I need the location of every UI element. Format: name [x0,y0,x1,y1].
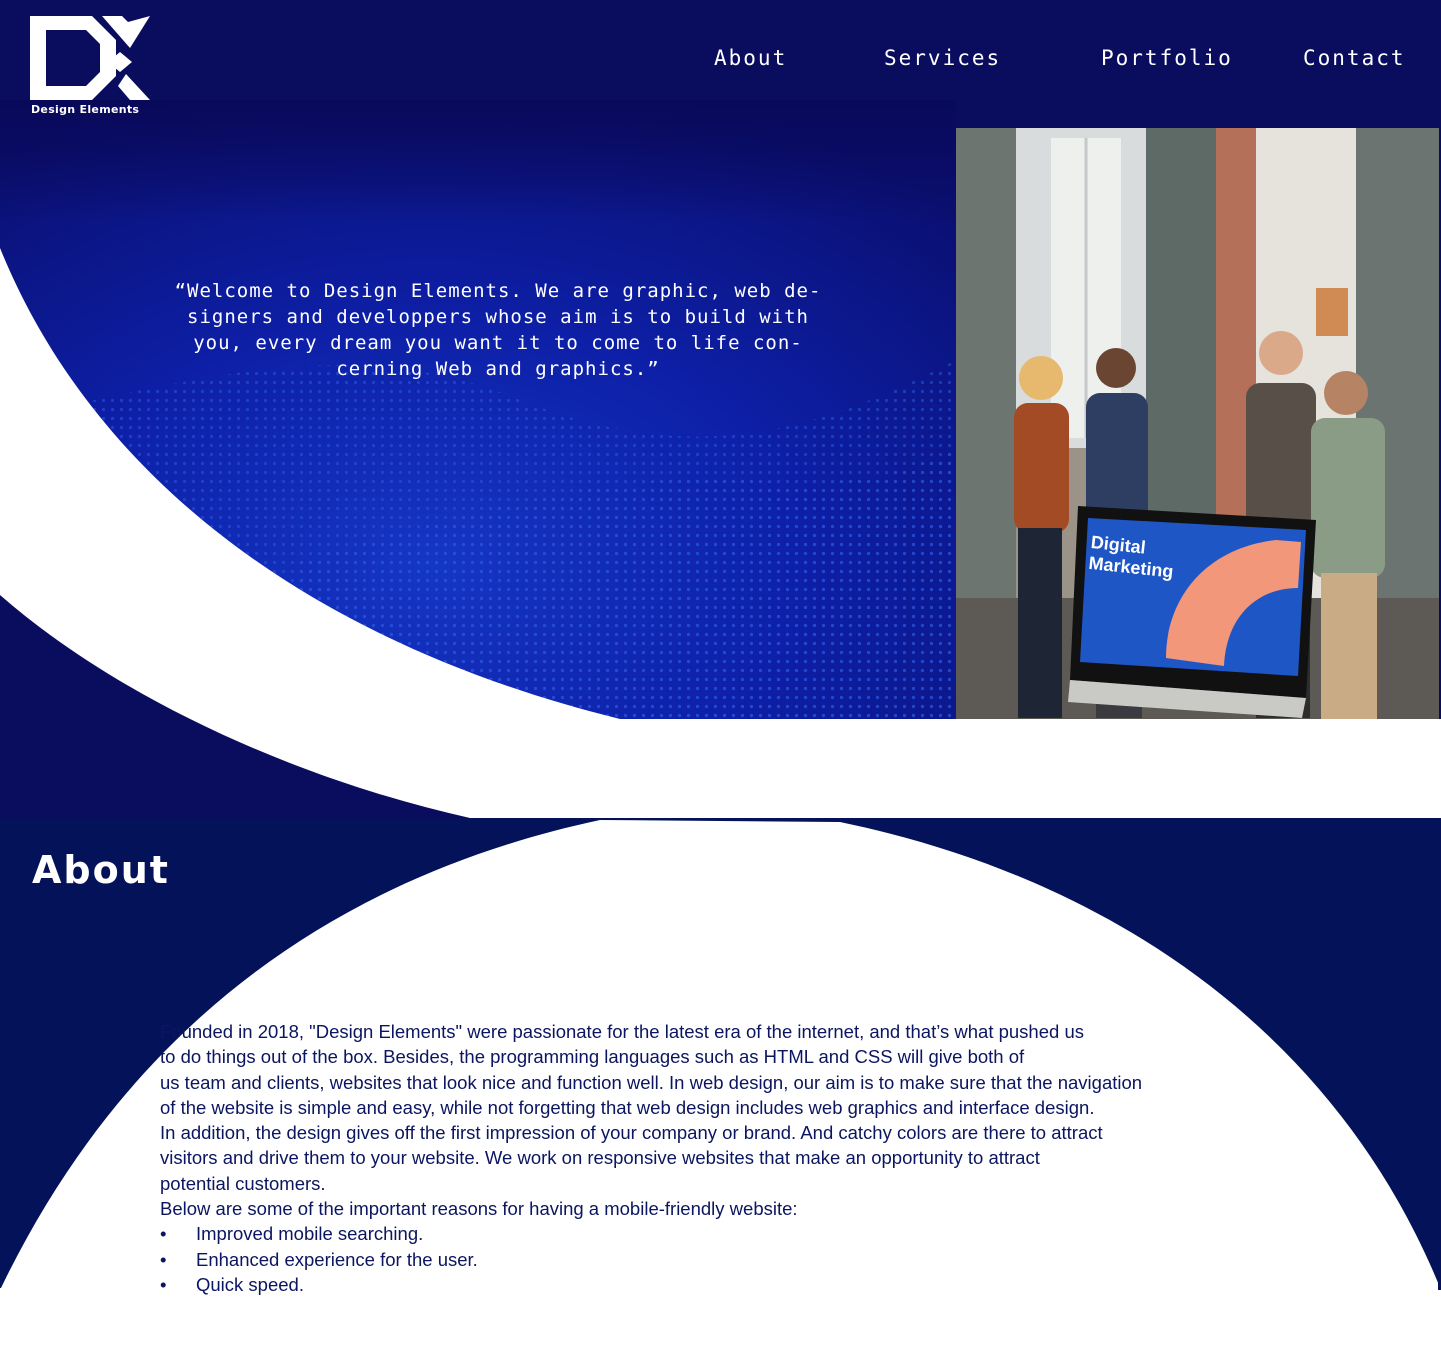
person-4 [1311,371,1385,719]
nav-link-portfolio[interactable]: Portfolio [1101,46,1233,70]
team-meeting-illustration [956,128,1439,719]
nav-link-contact[interactable]: Contact [1303,46,1406,70]
list-item-text: Improved mobile searching. [196,1223,424,1245]
nav-link-about[interactable]: About [714,46,787,70]
reasons-list: • Improved mobile searching. • Enhanced ex… [160,1221,1220,1297]
person-1 [1014,356,1069,718]
list-item-text: Enhanced experience for the user. [196,1248,478,1270]
list-item: • Quick speed. [160,1272,1220,1297]
main-nav: About Services Portfolio Contact [0,46,1441,80]
hero-photo: Digital Marketing [956,128,1439,719]
list-item: • Improved mobile searching. [160,1221,1220,1246]
nav-link-services[interactable]: Services [884,46,1001,70]
about-paragraph: Founded in 2018, "Design Elements" were … [160,1021,1143,1220]
list-item: • Enhanced experience for the user. [160,1247,1220,1272]
bullet-icon: • [160,1248,167,1270]
about-heading: About [32,848,170,892]
bullet-icon: • [160,1223,167,1245]
logo-caption: Design Elements [31,103,140,116]
about-body: Founded in 2018, "Design Elements" were … [160,1019,1220,1297]
list-item-text: Quick speed. [196,1273,304,1295]
hero-quote: “Welcome to Design Elements. We are grap… [174,280,822,380]
bullet-icon: • [160,1273,167,1295]
